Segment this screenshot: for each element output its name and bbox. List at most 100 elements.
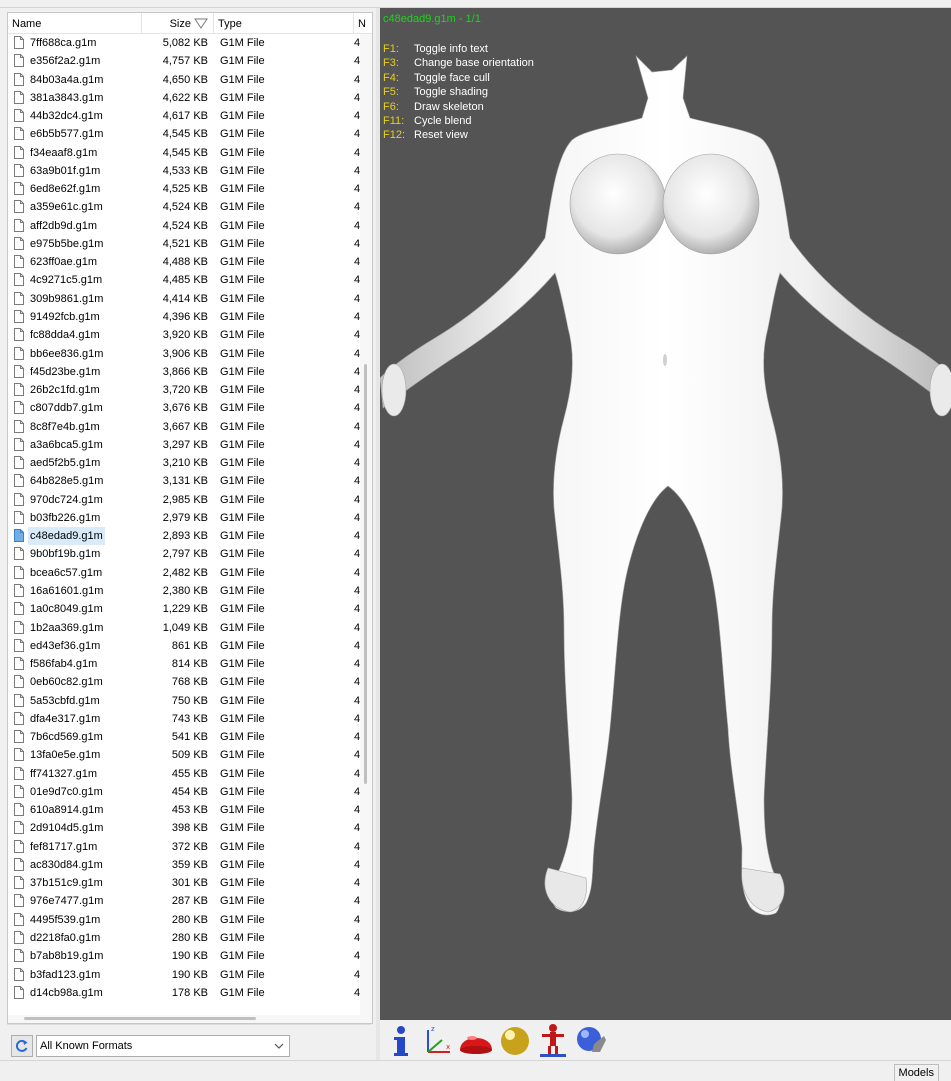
file-row[interactable]: 9b0bf19b.g1m 2,797 KB G1M File 4 (8, 545, 360, 563)
file-type: G1M File (220, 731, 265, 744)
file-list[interactable]: Name Size Type N 7ff688ca.g1m 5,082 KB G1M… (7, 12, 373, 1024)
column-header-type[interactable]: Type (214, 13, 354, 33)
axes-button[interactable]: z x (420, 1022, 454, 1058)
file-type: G1M File (220, 493, 265, 506)
file-row[interactable]: f34eaaf8.g1m 4,545 KB G1M File 4 (8, 144, 360, 162)
file-row[interactable]: 16a61601.g1m 2,380 KB G1M File 4 (8, 582, 360, 600)
file-row[interactable]: aed5f2b5.g1m 3,210 KB G1M File 4 (8, 454, 360, 472)
file-row[interactable]: 6ed8e62f.g1m 4,525 KB G1M File 4 (8, 180, 360, 198)
info-button[interactable] (382, 1022, 416, 1058)
file-row[interactable]: 26b2c1fd.g1m 3,720 KB G1M File 4 (8, 381, 360, 399)
file-name: 63a9b01f.g1m (30, 164, 101, 177)
file-size: 4,521 KB (162, 237, 208, 250)
file-name: a3a6bca5.g1m (30, 438, 103, 451)
help-label: Toggle info text (414, 43, 488, 55)
column-header-truncated[interactable]: N (354, 13, 372, 33)
file-row[interactable]: bb6ee836.g1m 3,906 KB G1M File 4 (8, 345, 360, 363)
dome-button[interactable] (458, 1022, 492, 1058)
file-row[interactable]: 84b03a4a.g1m 4,650 KB G1M File 4 (8, 71, 360, 89)
file-row[interactable]: 44b32dc4.g1m 4,617 KB G1M File 4 (8, 107, 360, 125)
file-name: c48edad9.g1m (28, 527, 105, 546)
file-row[interactable]: fc88dda4.g1m 3,920 KB G1M File 4 (8, 326, 360, 344)
file-row[interactable]: 0eb60c82.g1m 768 KB G1M File 4 (8, 673, 360, 691)
file-type: G1M File (220, 201, 265, 214)
file-row[interactable]: fef81717.g1m 372 KB G1M File 4 (8, 838, 360, 856)
file-icon (14, 638, 24, 652)
format-filter-select[interactable]: All Known Formats (36, 1035, 290, 1057)
file-type: G1M File (220, 128, 265, 141)
file-row[interactable]: 623ff0ae.g1m 4,488 KB G1M File 4 (8, 253, 360, 271)
sphere-button[interactable] (498, 1022, 532, 1058)
models-tab[interactable]: Models (893, 1064, 939, 1081)
refresh-button[interactable] (11, 1035, 33, 1057)
file-name: 381a3843.g1m (30, 91, 104, 104)
file-row[interactable]: d14cb98a.g1m 178 KB G1M File 4 (8, 984, 360, 1002)
file-size: 3,131 KB (162, 475, 208, 488)
horizontal-scroll-thumb[interactable] (24, 1017, 256, 1020)
vertical-scrollbar[interactable] (360, 34, 372, 1023)
file-name: 01e9d7c0.g1m (30, 785, 103, 798)
file-row[interactable]: a3a6bca5.g1m 3,297 KB G1M File 4 (8, 436, 360, 454)
file-row[interactable]: 13fa0e5e.g1m 509 KB G1M File 4 (8, 746, 360, 764)
file-size: 3,906 KB (162, 347, 208, 360)
file-row[interactable]: aff2db9d.g1m 4,524 KB G1M File 4 (8, 217, 360, 235)
file-row[interactable]: ed43ef36.g1m 861 KB G1M File 4 (8, 637, 360, 655)
file-row[interactable]: 309b9861.g1m 4,414 KB G1M File 4 (8, 290, 360, 308)
model-viewport[interactable]: c48edad9.g1m - 1/1 F1: Toggle info text F3… (380, 8, 951, 1020)
file-row[interactable]: b7ab8b19.g1m 190 KB G1M File 4 (8, 947, 360, 965)
globe-hand-button[interactable] (574, 1022, 608, 1058)
file-row[interactable]: 01e9d7c0.g1m 454 KB G1M File 4 (8, 783, 360, 801)
file-name: ac830d84.g1m (30, 858, 103, 871)
file-row[interactable]: 1b2aa369.g1m 1,049 KB G1M File 4 (8, 619, 360, 637)
file-type: G1M File (220, 804, 265, 817)
file-row[interactable]: 976e7477.g1m 287 KB G1M File 4 (8, 892, 360, 910)
file-row[interactable]: 7b6cd569.g1m 541 KB G1M File 4 (8, 728, 360, 746)
file-row[interactable]: 64b828e5.g1m 3,131 KB G1M File 4 (8, 472, 360, 490)
file-name: 64b828e5.g1m (30, 475, 104, 488)
column-header-name[interactable]: Name (8, 13, 142, 33)
file-row[interactable]: bcea6c57.g1m 2,482 KB G1M File 4 (8, 564, 360, 582)
file-row[interactable]: 91492fcb.g1m 4,396 KB G1M File 4 (8, 308, 360, 326)
file-type: G1M File (220, 877, 265, 890)
file-icon (14, 127, 24, 141)
file-type: G1M File (220, 712, 265, 725)
file-row[interactable]: 4495f539.g1m 280 KB G1M File 4 (8, 911, 360, 929)
file-name: d2218fa0.g1m (30, 932, 101, 945)
file-row[interactable]: 8c8f7e4b.g1m 3,667 KB G1M File 4 (8, 418, 360, 436)
file-row[interactable]: dfa4e317.g1m 743 KB G1M File 4 (8, 710, 360, 728)
file-row[interactable]: 63a9b01f.g1m 4,533 KB G1M File 4 (8, 162, 360, 180)
skeleton-button[interactable] (536, 1022, 570, 1058)
help-line: F4: Toggle face cull (383, 71, 534, 85)
file-row[interactable]: a359e61c.g1m 4,524 KB G1M File 4 (8, 198, 360, 216)
file-type: G1M File (220, 37, 265, 49)
file-type: G1M File (220, 274, 265, 287)
file-row[interactable]: 7ff688ca.g1m 5,082 KB G1M File 4 (8, 34, 360, 52)
file-row[interactable]: e6b5b577.g1m 4,545 KB G1M File 4 (8, 125, 360, 143)
file-row[interactable]: ff741327.g1m 455 KB G1M File 4 (8, 765, 360, 783)
file-icon (14, 291, 24, 305)
file-row[interactable]: 610a8914.g1m 453 KB G1M File 4 (8, 801, 360, 819)
file-type: G1M File (220, 237, 265, 250)
file-row[interactable]: f45d23be.g1m 3,866 KB G1M File 4 (8, 363, 360, 381)
file-row[interactable]: ac830d84.g1m 359 KB G1M File 4 (8, 856, 360, 874)
file-row[interactable]: 970dc724.g1m 2,985 KB G1M File 4 (8, 491, 360, 509)
file-size: 359 KB (171, 858, 208, 871)
vertical-scroll-thumb[interactable] (364, 364, 367, 784)
file-row[interactable]: 1a0c8049.g1m 1,229 KB G1M File 4 (8, 600, 360, 618)
file-row[interactable]: b03fb226.g1m 2,979 KB G1M File 4 (8, 509, 360, 527)
file-row[interactable]: e356f2a2.g1m 4,757 KB G1M File 4 (8, 52, 360, 70)
file-row[interactable]: 37b151c9.g1m 301 KB G1M File 4 (8, 874, 360, 892)
file-row[interactable]: b3fad123.g1m 190 KB G1M File 4 (8, 966, 360, 984)
file-row[interactable]: 5a53cbfd.g1m 750 KB G1M File 4 (8, 692, 360, 710)
file-row[interactable]: f586fab4.g1m 814 KB G1M File 4 (8, 655, 360, 673)
file-row[interactable]: c807ddb7.g1m 3,676 KB G1M File 4 (8, 399, 360, 417)
file-row[interactable]: e975b5be.g1m 4,521 KB G1M File 4 (8, 235, 360, 253)
file-row[interactable]: 381a3843.g1m 4,622 KB G1M File 4 (8, 89, 360, 107)
file-size: 3,210 KB (162, 457, 208, 470)
file-icon (14, 985, 24, 999)
file-row[interactable]: 4c9271c5.g1m 4,485 KB G1M File 4 (8, 271, 360, 289)
file-row[interactable]: c48edad9.g1m 2,893 KB G1M File 4 (8, 527, 360, 546)
horizontal-scrollbar[interactable] (8, 1015, 360, 1023)
file-row[interactable]: d2218fa0.g1m 280 KB G1M File 4 (8, 929, 360, 947)
file-row[interactable]: 2d9104d5.g1m 398 KB G1M File 4 (8, 819, 360, 837)
